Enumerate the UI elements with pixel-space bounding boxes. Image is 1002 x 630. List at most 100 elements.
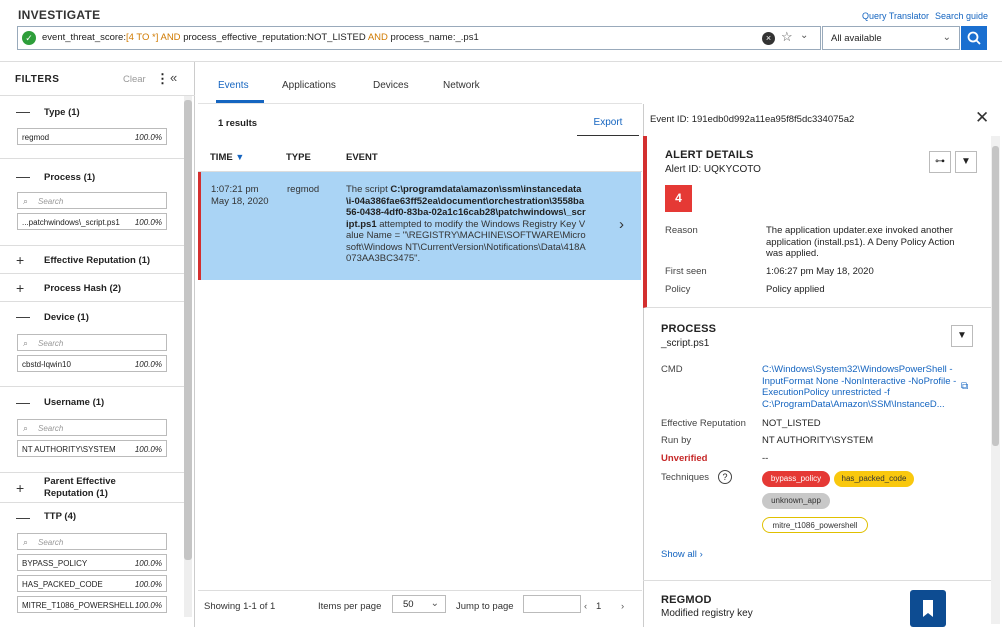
collapse-icon[interactable]: — [16,103,30,119]
event-description: The script C:\programdata\amazon\ssm\ins… [346,184,586,264]
expand-icon[interactable]: + [16,252,24,268]
filter-row[interactable]: regmod 100.0% [17,128,167,145]
chevron-down-icon[interactable]: ⌄ [800,30,808,41]
search-icon [967,31,981,45]
clear-query-icon[interactable]: × [762,32,775,45]
tab-devices[interactable]: Devices [373,80,409,91]
caret-down-icon: ▼ [957,330,967,341]
technique-tag-bypass-policy[interactable]: bypass_policy [762,471,830,487]
collapse-icon[interactable]: — [16,168,30,184]
filter-row[interactable]: ...patchwindows\_script.ps1 100.0% [17,213,167,230]
search-input[interactable]: ⌕ Search [17,192,167,209]
next-page-icon[interactable]: › [621,601,624,612]
share-button[interactable]: ⊶ [929,151,951,173]
tab-applications[interactable]: Applications [282,80,336,91]
collapse-icon[interactable]: — [16,509,30,525]
column-header-time[interactable]: TIME ▼ [210,152,244,163]
prev-page-icon[interactable]: ‹ [584,601,587,612]
pagination: Showing 1-1 of 1 Items per page 50 ⌄ Jum… [198,590,642,627]
filter-effective-reputation[interactable]: + Effective Reputation (1) [0,246,184,274]
collapse-icon[interactable]: — [16,308,30,324]
query-token: process_name:_.ps1 [390,32,479,43]
tab-events[interactable]: Events [218,80,249,91]
expand-icon[interactable]: + [16,280,24,296]
star-icon[interactable]: ☆ [781,29,793,45]
first-seen-value: 1:06:27 pm May 18, 2020 [766,266,874,277]
run-by-label: Run by [661,435,692,446]
scrollbar-thumb[interactable] [184,100,192,560]
bookmark-icon [923,600,933,617]
regmod-subtitle: Modified registry key [661,608,753,619]
results-panel: Events Applications Devices Network 1 re… [198,62,642,627]
jump-to-page-label: Jump to page [456,601,514,612]
query-token: process_effective_reputation:NOT_LISTED [183,32,366,43]
process-section: PROCESS _script.ps1 ▼ CMD C:\Windows\Sys… [643,309,992,581]
more-options-icon[interactable]: ⋮ [156,71,169,87]
technique-tag-mitre-t1086-powershell[interactable]: mitre_t1086_powershell [762,517,868,533]
query-text[interactable]: event_threat_score:[4 TO *] AND process_… [42,32,479,43]
filter-row[interactable]: BYPASS_POLICY 100.0% [17,554,167,571]
items-per-page-select[interactable]: 50 ⌄ [392,595,446,613]
search-input[interactable]: ⌕ Search [17,334,167,351]
export-button[interactable]: Export [577,116,639,136]
scrollbar-thumb[interactable] [992,146,999,446]
filter-process-hash[interactable]: + Process Hash (2) [0,274,184,302]
chevron-down-icon: ⌄ [942,32,951,43]
valid-check-icon: ✓ [22,31,36,45]
scope-select[interactable]: All available ⌄ [822,26,960,50]
active-tab-indicator [216,100,264,103]
search-input[interactable]: ⌕ Search [17,419,167,436]
tab-network[interactable]: Network [443,80,480,91]
showing-count: Showing 1-1 of 1 [204,601,276,612]
filter-process: — Process (1) ⌕ Search ...patchwindows\_… [0,159,184,246]
filter-row[interactable]: MITRE_T1086_POWERSHELL 100.0% [17,596,167,613]
filter-parent-effective-reputation[interactable]: + Parent Effective Reputation (1) [0,473,184,503]
collapse-panel-icon[interactable]: « [170,70,177,85]
help-icon[interactable]: ? [718,470,732,484]
search-icon: ⌕ [23,338,29,348]
query-translator-link[interactable]: Query Translator [862,11,929,21]
unverified-value: -- [762,453,769,464]
column-header-type: TYPE [286,152,311,163]
collapse-icon[interactable]: — [16,394,30,410]
query-input[interactable]: ✓ event_threat_score:[4 TO *] AND proces… [17,26,821,50]
search-guide-link[interactable]: Search guide [935,11,988,21]
table-row[interactable]: 1:07:21 pm May 18, 2020 regmod The scrip… [198,172,641,280]
query-token: event_threat_score: [42,32,126,43]
filter-row[interactable]: NT AUTHORITY\SYSTEM 100.0% [17,440,167,457]
reputation-label: Effective Reputation [661,418,746,429]
filters-scrollbar[interactable] [184,96,192,617]
external-link-icon[interactable]: ⧉ [961,381,968,392]
cmd-link[interactable]: C:\Windows\System32\WindowsPowerShell -I… [762,364,962,410]
filter-device: — Device (1) ⌕ Search cbstd-lqwin10 100.… [0,302,184,387]
policy-value: Policy applied [766,284,825,295]
process-menu-button[interactable]: ▼ [951,325,973,347]
query-token: [4 TO *] [125,32,159,43]
alert-menu-button[interactable]: ▼ [955,151,977,173]
search-icon: ⌕ [23,196,29,206]
alert-details-title: ALERT DETAILS [665,149,754,161]
filter-label: Process Hash (2) [44,283,122,294]
technique-tag-has-packed-code[interactable]: has_packed_code [834,471,914,487]
regmod-title: REGMOD [661,594,712,606]
clear-filters-button[interactable]: Clear [123,74,146,85]
filter-row[interactable]: cbstd-lqwin10 100.0% [17,355,167,372]
filter-type: — Type (1) regmod 100.0% [0,96,184,159]
filter-row[interactable]: HAS_PACKED_CODE 100.0% [17,575,167,592]
jump-to-page-input[interactable] [523,595,581,613]
chevron-down-icon: ⌄ [430,598,439,609]
event-type: regmod [287,184,320,195]
filter-label: Username (1) [44,397,105,408]
close-icon[interactable]: ✕ [975,108,989,128]
technique-tag-unknown-app[interactable]: unknown_app [762,493,830,509]
filters-title: FILTERS [15,74,60,85]
column-header-event: EVENT [346,152,378,163]
search-input[interactable]: ⌕ Search [17,533,167,550]
expand-icon[interactable]: + [16,480,24,496]
items-per-page-label: Items per page [318,601,382,612]
search-button[interactable] [961,26,987,50]
show-all-link[interactable]: Show all › [661,549,703,560]
process-title: PROCESS [661,323,717,335]
detail-scrollbar[interactable] [991,136,1000,624]
bookmark-button[interactable] [910,590,946,627]
